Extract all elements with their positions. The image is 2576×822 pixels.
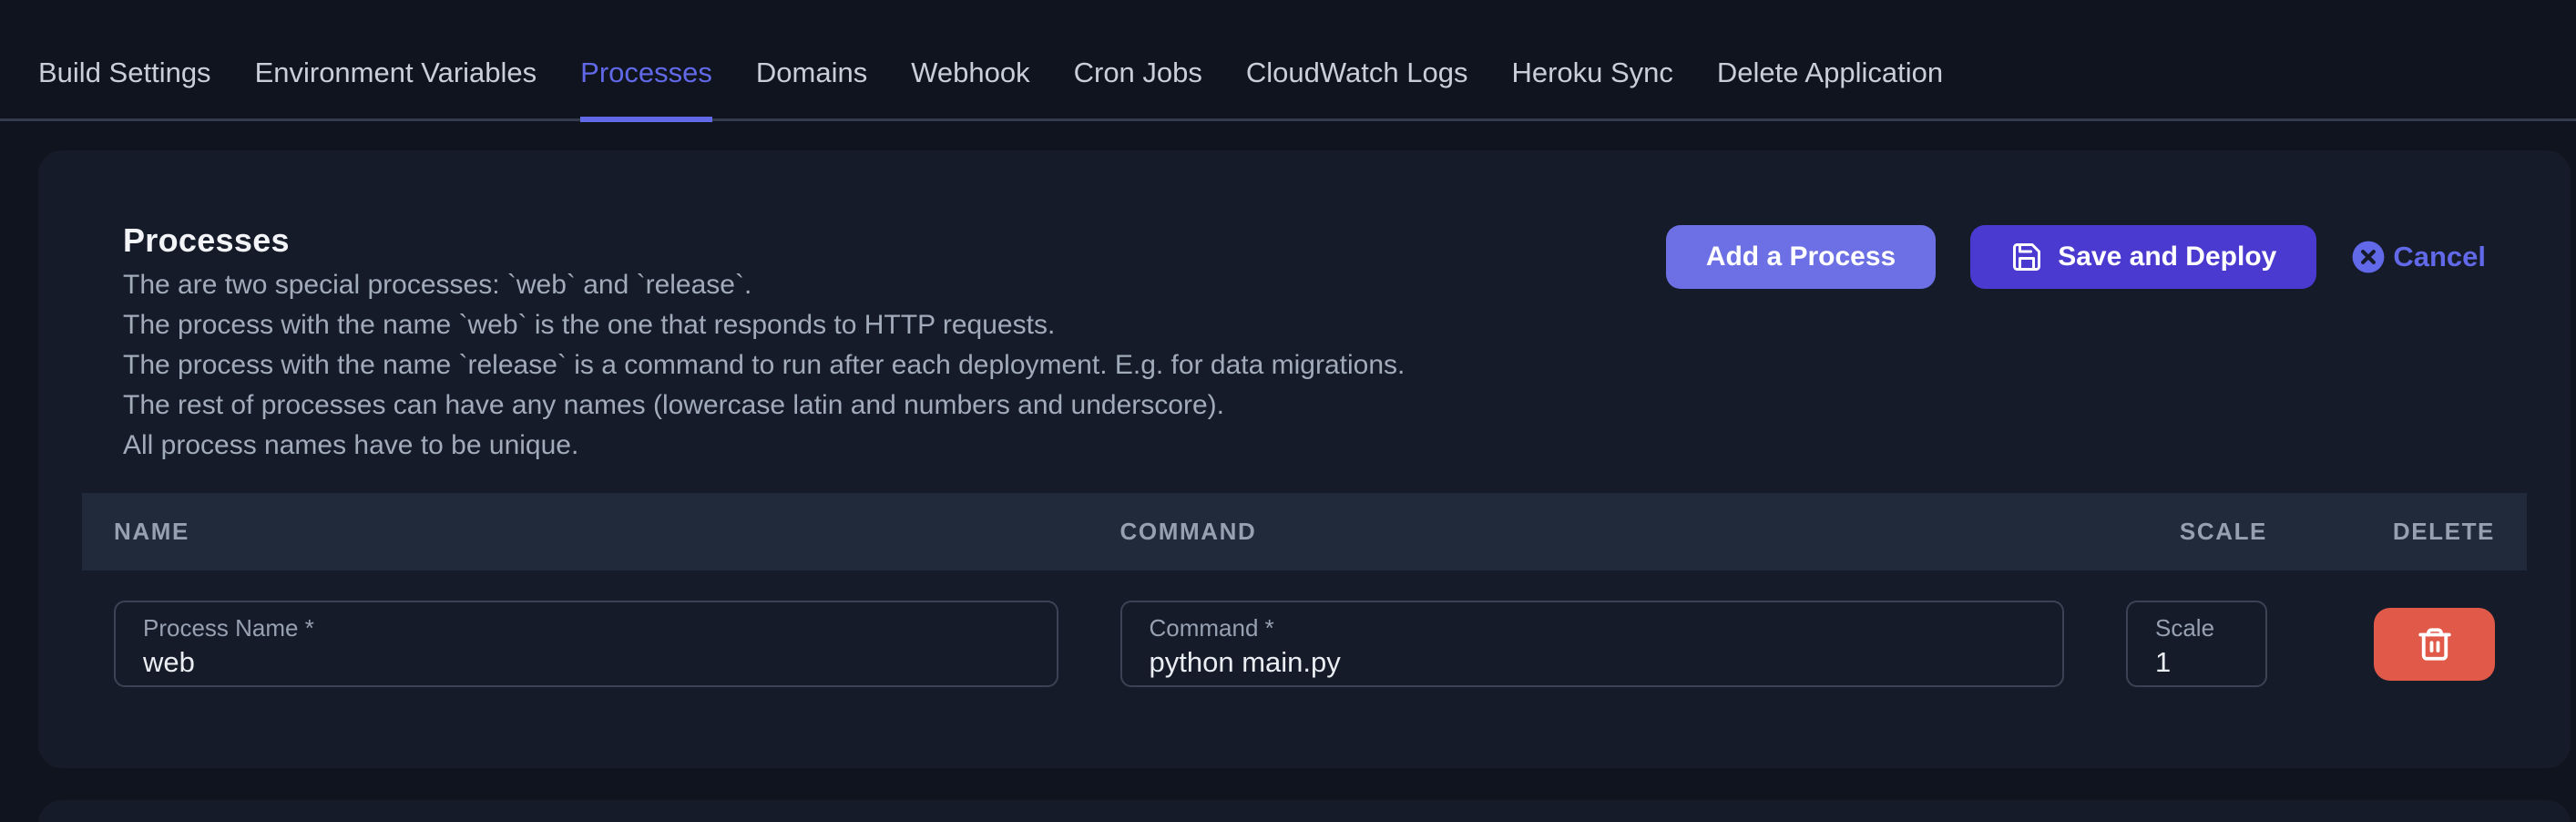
trash-icon (2416, 625, 2454, 663)
column-header-command: COMMAND (1120, 518, 2065, 546)
tab-heroku-sync[interactable]: Heroku Sync (1511, 0, 1672, 122)
process-name-input[interactable] (143, 646, 1029, 679)
description-line: The process with the name `web` is the o… (123, 305, 1405, 345)
description-line: The are two special processes: `web` and… (123, 265, 1405, 305)
cancel-label: Cancel (2393, 241, 2486, 273)
process-name-label: Process Name * (143, 614, 1029, 642)
table-header-row: NAME COMMAND SCALE DELETE (82, 493, 2527, 570)
description-line: The process with the name `release` is a… (123, 345, 1405, 385)
processes-table: NAME COMMAND SCALE DELETE Process Name *… (82, 493, 2527, 687)
table-row: Process Name * Command * Scale (82, 570, 2527, 687)
panel-intro: Processes The are two special processes:… (123, 221, 1405, 466)
floppy-disk-icon (2010, 241, 2043, 273)
next-section-card (38, 800, 2571, 822)
command-input[interactable] (1150, 646, 2036, 679)
page-title: Processes (123, 221, 1405, 260)
cancel-button[interactable]: Cancel (2351, 240, 2486, 274)
description-line: All process names have to be unique. (123, 426, 1405, 466)
tab-cron-jobs[interactable]: Cron Jobs (1074, 0, 1202, 122)
save-and-deploy-label: Save and Deploy (2058, 241, 2276, 272)
scale-input[interactable] (2155, 646, 2238, 679)
scale-field[interactable]: Scale (2126, 601, 2267, 687)
column-header-delete: DELETE (2372, 518, 2495, 546)
processes-panel: Processes The are two special processes:… (38, 150, 2571, 768)
column-header-name: NAME (114, 518, 1058, 546)
add-process-label: Add a Process (1706, 241, 1896, 272)
description-line: The rest of processes can have any names… (123, 385, 1405, 426)
panel-header: Processes The are two special processes:… (82, 221, 2527, 466)
add-process-button[interactable]: Add a Process (1666, 225, 1936, 289)
tab-cloudwatch-logs[interactable]: CloudWatch Logs (1246, 0, 1468, 122)
tab-environment-variables[interactable]: Environment Variables (255, 0, 537, 122)
column-header-scale: SCALE (2126, 518, 2267, 546)
panel-actions: Add a Process Save and Deploy (1666, 221, 2486, 289)
tab-domains[interactable]: Domains (756, 0, 867, 122)
tab-delete-application[interactable]: Delete Application (1717, 0, 1943, 122)
save-and-deploy-button[interactable]: Save and Deploy (1970, 225, 2316, 289)
tab-processes[interactable]: Processes (580, 0, 712, 122)
x-circle-icon (2351, 240, 2386, 274)
tab-build-settings[interactable]: Build Settings (38, 0, 211, 122)
scale-label: Scale (2155, 614, 2238, 642)
delete-process-button[interactable] (2374, 608, 2495, 681)
tab-webhook[interactable]: Webhook (911, 0, 1029, 122)
delete-cell (2372, 608, 2495, 681)
settings-tab-bar: Build Settings Environment Variables Pro… (0, 0, 2576, 121)
command-field[interactable]: Command * (1120, 601, 2065, 687)
process-name-field[interactable]: Process Name * (114, 601, 1058, 687)
command-label: Command * (1150, 614, 2036, 642)
